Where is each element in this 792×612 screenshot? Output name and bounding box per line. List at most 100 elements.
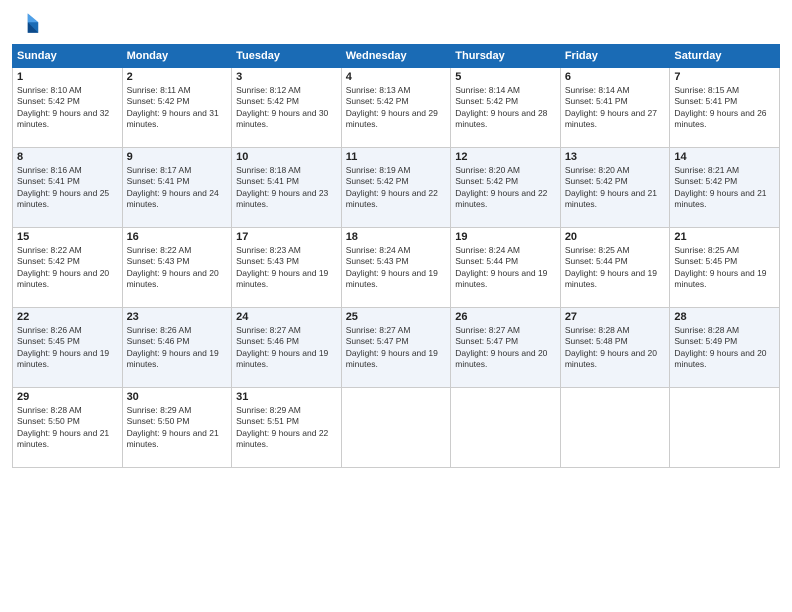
col-header-thursday: Thursday (451, 45, 561, 68)
day-info: Sunrise: 8:27 AM Sunset: 5:47 PM Dayligh… (455, 325, 556, 371)
day-number: 3 (236, 71, 337, 83)
day-cell: 27 Sunrise: 8:28 AM Sunset: 5:48 PM Dayl… (560, 308, 670, 388)
week-row-5: 29 Sunrise: 8:28 AM Sunset: 5:50 PM Dayl… (13, 388, 780, 468)
day-info: Sunrise: 8:29 AM Sunset: 5:51 PM Dayligh… (236, 405, 337, 451)
col-header-friday: Friday (560, 45, 670, 68)
day-cell: 10 Sunrise: 8:18 AM Sunset: 5:41 PM Dayl… (232, 148, 342, 228)
day-number: 23 (127, 311, 228, 323)
day-number: 29 (17, 391, 118, 403)
header-row: SundayMondayTuesdayWednesdayThursdayFrid… (13, 45, 780, 68)
day-cell: 14 Sunrise: 8:21 AM Sunset: 5:42 PM Dayl… (670, 148, 780, 228)
day-cell: 26 Sunrise: 8:27 AM Sunset: 5:47 PM Dayl… (451, 308, 561, 388)
day-cell (341, 388, 451, 468)
day-number: 8 (17, 151, 118, 163)
day-info: Sunrise: 8:29 AM Sunset: 5:50 PM Dayligh… (127, 405, 228, 451)
day-cell: 18 Sunrise: 8:24 AM Sunset: 5:43 PM Dayl… (341, 228, 451, 308)
day-number: 7 (674, 71, 775, 83)
day-number: 11 (346, 151, 447, 163)
day-info: Sunrise: 8:17 AM Sunset: 5:41 PM Dayligh… (127, 165, 228, 211)
day-info: Sunrise: 8:27 AM Sunset: 5:46 PM Dayligh… (236, 325, 337, 371)
day-info: Sunrise: 8:13 AM Sunset: 5:42 PM Dayligh… (346, 85, 447, 131)
day-number: 9 (127, 151, 228, 163)
col-header-sunday: Sunday (13, 45, 123, 68)
day-number: 10 (236, 151, 337, 163)
page: SundayMondayTuesdayWednesdayThursdayFrid… (0, 0, 792, 612)
day-cell: 22 Sunrise: 8:26 AM Sunset: 5:45 PM Dayl… (13, 308, 123, 388)
day-number: 20 (565, 231, 666, 243)
col-header-saturday: Saturday (670, 45, 780, 68)
day-info: Sunrise: 8:22 AM Sunset: 5:42 PM Dayligh… (17, 245, 118, 291)
day-cell: 31 Sunrise: 8:29 AM Sunset: 5:51 PM Dayl… (232, 388, 342, 468)
day-cell: 8 Sunrise: 8:16 AM Sunset: 5:41 PM Dayli… (13, 148, 123, 228)
day-info: Sunrise: 8:10 AM Sunset: 5:42 PM Dayligh… (17, 85, 118, 131)
day-info: Sunrise: 8:19 AM Sunset: 5:42 PM Dayligh… (346, 165, 447, 211)
day-cell: 15 Sunrise: 8:22 AM Sunset: 5:42 PM Dayl… (13, 228, 123, 308)
day-number: 22 (17, 311, 118, 323)
day-number: 26 (455, 311, 556, 323)
day-cell: 12 Sunrise: 8:20 AM Sunset: 5:42 PM Dayl… (451, 148, 561, 228)
week-row-1: 1 Sunrise: 8:10 AM Sunset: 5:42 PM Dayli… (13, 68, 780, 148)
col-header-tuesday: Tuesday (232, 45, 342, 68)
day-number: 13 (565, 151, 666, 163)
day-info: Sunrise: 8:28 AM Sunset: 5:48 PM Dayligh… (565, 325, 666, 371)
day-info: Sunrise: 8:24 AM Sunset: 5:44 PM Dayligh… (455, 245, 556, 291)
logo-icon (12, 10, 40, 38)
day-info: Sunrise: 8:11 AM Sunset: 5:42 PM Dayligh… (127, 85, 228, 131)
day-info: Sunrise: 8:28 AM Sunset: 5:49 PM Dayligh… (674, 325, 775, 371)
day-cell: 25 Sunrise: 8:27 AM Sunset: 5:47 PM Dayl… (341, 308, 451, 388)
week-row-2: 8 Sunrise: 8:16 AM Sunset: 5:41 PM Dayli… (13, 148, 780, 228)
logo (12, 10, 44, 38)
day-info: Sunrise: 8:25 AM Sunset: 5:44 PM Dayligh… (565, 245, 666, 291)
day-cell: 23 Sunrise: 8:26 AM Sunset: 5:46 PM Dayl… (122, 308, 232, 388)
day-info: Sunrise: 8:18 AM Sunset: 5:41 PM Dayligh… (236, 165, 337, 211)
day-info: Sunrise: 8:14 AM Sunset: 5:42 PM Dayligh… (455, 85, 556, 131)
day-info: Sunrise: 8:27 AM Sunset: 5:47 PM Dayligh… (346, 325, 447, 371)
day-info: Sunrise: 8:22 AM Sunset: 5:43 PM Dayligh… (127, 245, 228, 291)
day-number: 5 (455, 71, 556, 83)
calendar-table: SundayMondayTuesdayWednesdayThursdayFrid… (12, 44, 780, 468)
day-cell: 13 Sunrise: 8:20 AM Sunset: 5:42 PM Dayl… (560, 148, 670, 228)
day-cell: 29 Sunrise: 8:28 AM Sunset: 5:50 PM Dayl… (13, 388, 123, 468)
day-cell: 6 Sunrise: 8:14 AM Sunset: 5:41 PM Dayli… (560, 68, 670, 148)
day-cell: 5 Sunrise: 8:14 AM Sunset: 5:42 PM Dayli… (451, 68, 561, 148)
week-row-3: 15 Sunrise: 8:22 AM Sunset: 5:42 PM Dayl… (13, 228, 780, 308)
day-cell (451, 388, 561, 468)
day-number: 14 (674, 151, 775, 163)
day-info: Sunrise: 8:25 AM Sunset: 5:45 PM Dayligh… (674, 245, 775, 291)
day-cell: 24 Sunrise: 8:27 AM Sunset: 5:46 PM Dayl… (232, 308, 342, 388)
day-number: 12 (455, 151, 556, 163)
day-info: Sunrise: 8:21 AM Sunset: 5:42 PM Dayligh… (674, 165, 775, 211)
day-cell: 21 Sunrise: 8:25 AM Sunset: 5:45 PM Dayl… (670, 228, 780, 308)
day-number: 1 (17, 71, 118, 83)
day-cell: 20 Sunrise: 8:25 AM Sunset: 5:44 PM Dayl… (560, 228, 670, 308)
day-number: 31 (236, 391, 337, 403)
day-number: 30 (127, 391, 228, 403)
day-cell: 7 Sunrise: 8:15 AM Sunset: 5:41 PM Dayli… (670, 68, 780, 148)
day-cell: 3 Sunrise: 8:12 AM Sunset: 5:42 PM Dayli… (232, 68, 342, 148)
day-number: 6 (565, 71, 666, 83)
day-info: Sunrise: 8:14 AM Sunset: 5:41 PM Dayligh… (565, 85, 666, 131)
day-cell: 9 Sunrise: 8:17 AM Sunset: 5:41 PM Dayli… (122, 148, 232, 228)
day-info: Sunrise: 8:20 AM Sunset: 5:42 PM Dayligh… (455, 165, 556, 211)
day-cell: 11 Sunrise: 8:19 AM Sunset: 5:42 PM Dayl… (341, 148, 451, 228)
day-info: Sunrise: 8:26 AM Sunset: 5:45 PM Dayligh… (17, 325, 118, 371)
header (12, 10, 780, 38)
day-cell: 17 Sunrise: 8:23 AM Sunset: 5:43 PM Dayl… (232, 228, 342, 308)
day-cell: 1 Sunrise: 8:10 AM Sunset: 5:42 PM Dayli… (13, 68, 123, 148)
week-row-4: 22 Sunrise: 8:26 AM Sunset: 5:45 PM Dayl… (13, 308, 780, 388)
day-cell: 2 Sunrise: 8:11 AM Sunset: 5:42 PM Dayli… (122, 68, 232, 148)
day-cell: 28 Sunrise: 8:28 AM Sunset: 5:49 PM Dayl… (670, 308, 780, 388)
day-info: Sunrise: 8:15 AM Sunset: 5:41 PM Dayligh… (674, 85, 775, 131)
day-number: 19 (455, 231, 556, 243)
col-header-wednesday: Wednesday (341, 45, 451, 68)
day-number: 18 (346, 231, 447, 243)
day-number: 4 (346, 71, 447, 83)
day-info: Sunrise: 8:12 AM Sunset: 5:42 PM Dayligh… (236, 85, 337, 131)
day-number: 15 (17, 231, 118, 243)
day-info: Sunrise: 8:26 AM Sunset: 5:46 PM Dayligh… (127, 325, 228, 371)
day-number: 27 (565, 311, 666, 323)
day-cell: 19 Sunrise: 8:24 AM Sunset: 5:44 PM Dayl… (451, 228, 561, 308)
day-number: 17 (236, 231, 337, 243)
day-info: Sunrise: 8:24 AM Sunset: 5:43 PM Dayligh… (346, 245, 447, 291)
day-number: 28 (674, 311, 775, 323)
